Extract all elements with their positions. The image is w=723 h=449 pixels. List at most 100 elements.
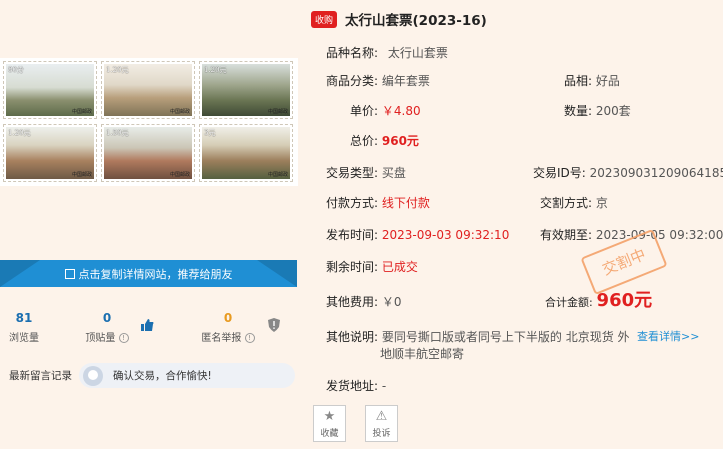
stamp-value: 1.20元	[106, 66, 129, 74]
stamp-1: 80分 中国邮政	[3, 61, 97, 119]
help-icon[interactable]: !	[118, 333, 129, 343]
avatar	[83, 365, 103, 386]
stamp-value: 1.20元	[8, 129, 31, 137]
field-label: 剩余时间:	[326, 260, 379, 274]
other-fee-field: 其他费用: ￥0	[326, 293, 402, 310]
thumbs-up-icon[interactable]	[140, 318, 154, 332]
stamp-value: 80分	[8, 66, 24, 74]
field-value: 买盘	[381, 166, 406, 180]
field-value: 编年套票	[381, 74, 430, 88]
stamp-5: 1.50元 中国邮政	[101, 124, 195, 182]
field-value: ￥0	[381, 295, 402, 309]
field-label: 交易类型:	[326, 166, 379, 180]
stamp-country: 中国邮政	[71, 109, 92, 115]
latest-message-row: 最新留言记录 确认交易，合作愉快!	[9, 363, 295, 388]
view-details-link[interactable]: 查看详情>>	[637, 328, 699, 344]
reports-label: 匿名举报	[201, 333, 242, 344]
title-row: 收购 太行山套票(2023-16)	[311, 9, 487, 29]
stamp-country: 中国邮政	[169, 109, 190, 115]
delivery-field: 交割方式: 京	[540, 194, 608, 211]
field-value: 线下付款	[381, 196, 430, 210]
views-count: 81	[15, 311, 33, 325]
field-value: 960元	[381, 134, 419, 148]
stamp-set-image: 80分 中国邮政 1.20元 中国邮政 1.20元 中国邮政 1.20元 中国邮…	[0, 58, 298, 186]
star-icon: ★	[323, 409, 336, 424]
variety-field: 品种名称: 太行山套票	[326, 44, 448, 61]
trade-type-badge: 收购	[311, 10, 338, 28]
message-text: 确认交易，合作愉快!	[113, 370, 212, 382]
message-bubble: 确认交易，合作愉快!	[79, 363, 295, 388]
stamp-2: 1.20元 中国邮政	[101, 61, 195, 119]
report-shield-icon[interactable]	[268, 318, 280, 332]
trade-id-field: 交易ID号: 2023090312090641​85	[533, 164, 723, 181]
page-title: 太行山套票(2023-16)	[345, 13, 487, 29]
price-field: 单价: ￥4.80	[350, 102, 421, 119]
field-label: 合计金额:	[545, 296, 593, 309]
complain-button[interactable]: ⚠ 投诉	[365, 405, 398, 442]
field-label: 有效期至:	[540, 228, 593, 242]
field-label: 其他费用:	[326, 295, 379, 309]
help-icon[interactable]: !	[244, 333, 255, 343]
field-value: 已成交	[381, 260, 418, 274]
field-value: 2023-09-05 09:32:00	[595, 228, 723, 242]
field-value: 京	[595, 196, 608, 210]
views-label: 浏览量	[9, 333, 39, 344]
category-field: 商品分类: 编年套票	[326, 72, 430, 89]
field-label: 品相:	[564, 74, 593, 88]
stamp-value: 1.50元	[106, 129, 129, 137]
field-label: 数量:	[564, 104, 593, 118]
field-label: 发布时间:	[326, 228, 379, 242]
field-label: 发货地址:	[326, 379, 379, 393]
field-value: 好品	[595, 74, 620, 88]
stamp-country: 中国邮政	[267, 109, 288, 115]
field-label: 商品分类:	[326, 74, 379, 88]
share-label: 点击复制详情网站，推荐给朋友	[78, 267, 233, 281]
field-value: 地顺丰航空邮寄	[380, 347, 465, 361]
views-stat: 81 浏览量	[8, 311, 40, 344]
tops-label: 顶贴量	[85, 333, 116, 344]
field-value: 960元	[596, 290, 653, 311]
field-label: 总价:	[350, 134, 379, 148]
stamp-value: 3元	[204, 129, 216, 137]
messages-label: 最新留言记录	[9, 370, 72, 382]
trade-type-field: 交易类型: 买盘	[326, 164, 406, 181]
tops-stat: 0 顶贴量 !	[84, 311, 130, 344]
copy-share-link-button[interactable]: 点击复制详情网站，推荐给朋友	[0, 260, 297, 287]
condition-field: 品相: 好品	[564, 72, 620, 89]
complaint-icon: ⚠	[375, 409, 388, 424]
field-label: 交易ID号:	[533, 166, 586, 180]
note-field: 其他说明: 要同号撕口版或者同号上下半版的 北京现货 外	[326, 328, 630, 345]
field-value: 2023090312090641​85	[589, 166, 723, 180]
stamp-country: 中国邮政	[71, 172, 92, 178]
field-value: -	[381, 379, 387, 393]
favorite-label: 收藏	[320, 429, 339, 439]
field-label: 交割方式:	[540, 196, 593, 210]
reports-stat: 0 匿名举报 !	[198, 311, 258, 344]
stamp-4: 1.20元 中国邮政	[3, 124, 97, 182]
total-field: 总价: 960元	[350, 132, 419, 149]
field-value: 太行山套票	[387, 46, 448, 60]
sum-field: 合计金额: 960元	[545, 286, 652, 312]
favorite-button[interactable]: ★ 收藏	[313, 405, 346, 442]
stamp-value: 1.20元	[204, 66, 227, 74]
note-field-continued: 地顺丰航空邮寄	[380, 345, 464, 362]
field-value: ￥4.80	[381, 104, 421, 118]
stamp-country: 中国邮政	[169, 172, 190, 178]
copy-icon	[64, 268, 75, 279]
shipping-address-field: 发货地址: -	[326, 377, 386, 394]
field-value: 要同号撕口版或者同号上下半版的 北京现货 外	[381, 330, 630, 344]
bar-decoration	[0, 260, 40, 287]
stamp-6: 3元 中国邮政	[199, 124, 293, 182]
tops-count: 0	[102, 311, 112, 325]
remaining-time-field: 剩余时间: 已成交	[326, 258, 418, 275]
field-value: 2023-09-03 09:32:10	[381, 228, 510, 242]
field-label: 品种名称:	[326, 46, 379, 60]
payment-field: 付款方式: 线下付款	[326, 194, 430, 211]
complain-label: 投诉	[372, 429, 391, 439]
stamp-3: 1.20元 中国邮政	[199, 61, 293, 119]
quantity-field: 数量: 200套	[564, 102, 631, 119]
field-label: 付款方式:	[326, 196, 379, 210]
field-label: 单价:	[350, 104, 379, 118]
field-value: 200套	[595, 104, 631, 118]
stamp-country: 中国邮政	[267, 172, 288, 178]
